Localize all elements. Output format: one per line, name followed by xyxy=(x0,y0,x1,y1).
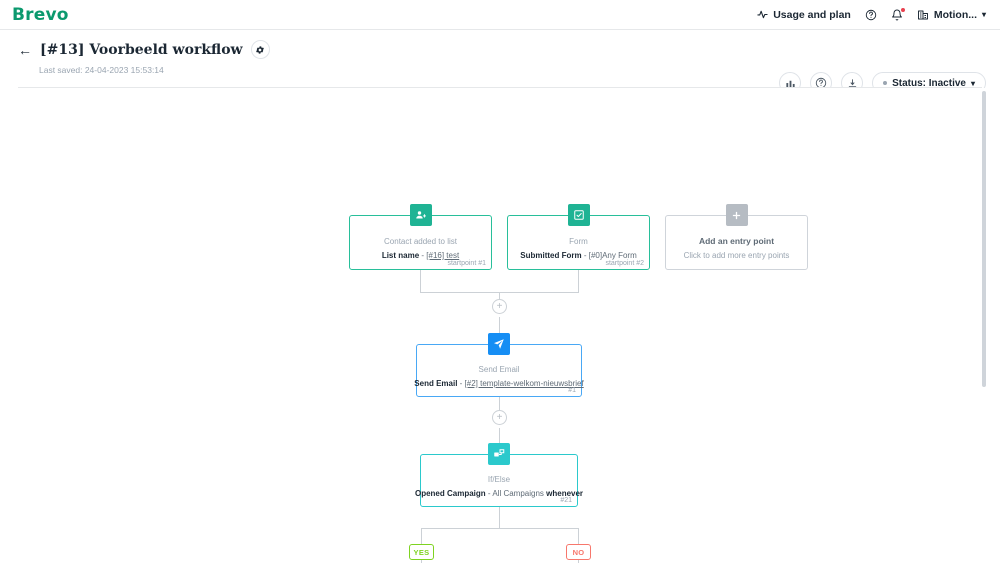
workflow-title-row: ← [#13] Voorbeeld workflow xyxy=(18,40,1000,59)
connector-line xyxy=(420,270,421,292)
node-desc-bold: List name xyxy=(381,251,420,260)
nav-help-button[interactable] xyxy=(865,9,877,21)
question-circle-icon xyxy=(865,9,877,21)
node-desc-bold: Submitted Form xyxy=(520,251,582,260)
back-arrow-icon[interactable]: ← xyxy=(18,43,32,57)
gear-icon xyxy=(255,45,265,55)
workflow-header: ← [#13] Voorbeeld workflow Last saved: 2… xyxy=(0,30,1000,94)
contact-add-icon xyxy=(409,204,432,226)
connector-line xyxy=(421,528,578,529)
top-navigation-bar: Brevo Usage and plan Motion... ▾ xyxy=(0,0,1000,30)
node-type-label: Send Email xyxy=(478,365,520,374)
nav-account-label: Motion... xyxy=(933,8,977,21)
node-index-label: #1 xyxy=(568,387,576,394)
add-entry-point-title: Add an entry point xyxy=(698,236,775,246)
add-step-button[interactable]: + xyxy=(492,410,507,425)
workflow-canvas[interactable]: + + + + YES NO Contact added to list Lis… xyxy=(0,88,1000,563)
node-desc-separator: - xyxy=(457,379,465,388)
plus-icon xyxy=(725,204,748,226)
branch-label-no[interactable]: NO xyxy=(566,544,591,560)
workflow-node-entry-form[interactable]: Form Submitted Form - [#0]Any Form start… xyxy=(507,204,650,270)
form-icon xyxy=(567,204,590,226)
node-index-label: startpoint #1 xyxy=(447,260,486,267)
condition-icon xyxy=(488,443,510,465)
node-desc-rest: [#0]Any Form xyxy=(588,251,637,260)
node-type-label: Form xyxy=(569,237,588,246)
node-desc-link[interactable]: [#2] template-welkom-nieuwsbrief xyxy=(465,379,584,388)
nav-usage-and-plan-label: Usage and plan xyxy=(773,8,851,21)
status-indicator-dot xyxy=(883,81,888,85)
pulse-icon xyxy=(757,9,768,20)
canvas-scrollbar-thumb[interactable] xyxy=(982,91,986,387)
connector-line xyxy=(578,270,579,292)
paper-plane-icon xyxy=(488,333,510,355)
notification-badge-dot xyxy=(900,7,905,12)
connector-line xyxy=(578,528,579,544)
branch-label-yes[interactable]: YES xyxy=(409,544,434,560)
node-desc-link[interactable]: [#16] test xyxy=(426,251,459,260)
add-entry-point-subtitle: Click to add more entry points xyxy=(683,251,790,260)
workflow-node-add-entry-point[interactable]: Add an entry point Click to add more ent… xyxy=(665,204,808,270)
nav-notifications-button[interactable] xyxy=(891,7,905,21)
node-description: List name - [#16] test xyxy=(382,251,459,260)
node-description: Submitted Form - [#0]Any Form xyxy=(520,251,636,260)
nav-usage-and-plan[interactable]: Usage and plan xyxy=(757,9,851,21)
workflow-node-if-else[interactable]: If/Else Opened Campaign - All Campaigns … xyxy=(415,443,583,507)
plus-icon: + xyxy=(496,300,503,312)
branch-label-no-text: NO xyxy=(572,547,585,557)
branch-label-yes-text: YES xyxy=(413,547,430,557)
plus-icon: + xyxy=(496,411,503,423)
bell-icon xyxy=(891,7,905,21)
node-type-label: Contact added to list xyxy=(384,237,457,246)
page-title: [#13] Voorbeeld workflow xyxy=(40,41,243,58)
top-nav-items: Usage and plan Motion... ▾ xyxy=(757,7,1000,21)
node-desc-separator: - xyxy=(581,251,589,260)
add-step-button[interactable]: + xyxy=(492,299,507,314)
workflow-node-entry-contact-added-to-list[interactable]: Contact added to list List name - [#16] … xyxy=(349,204,492,270)
building-icon xyxy=(917,9,929,21)
node-description: Opened Campaign - All Campaigns whenever xyxy=(415,489,583,498)
connector-line xyxy=(499,397,500,411)
node-index-label: startpoint #2 xyxy=(605,260,644,267)
brevo-logo[interactable]: Brevo xyxy=(12,5,69,25)
node-type-label: If/Else xyxy=(487,475,511,484)
connector-line xyxy=(499,507,500,528)
workflow-node-send-email[interactable]: Send Email Send Email - [#2] template-we… xyxy=(414,333,584,397)
node-description: Send Email - [#2] template-welkom-nieuws… xyxy=(414,379,583,388)
nav-account-menu[interactable]: Motion... ▾ xyxy=(917,9,986,21)
connector-line xyxy=(421,528,422,544)
node-desc-rest: All Campaigns xyxy=(492,489,547,498)
workflow-settings-button[interactable] xyxy=(250,40,270,59)
node-index-label: #21 xyxy=(560,497,572,504)
node-desc-bold: Send Email xyxy=(414,379,458,388)
chevron-down-icon: ▾ xyxy=(981,10,986,19)
node-desc-bold: Opened Campaign xyxy=(414,489,486,498)
